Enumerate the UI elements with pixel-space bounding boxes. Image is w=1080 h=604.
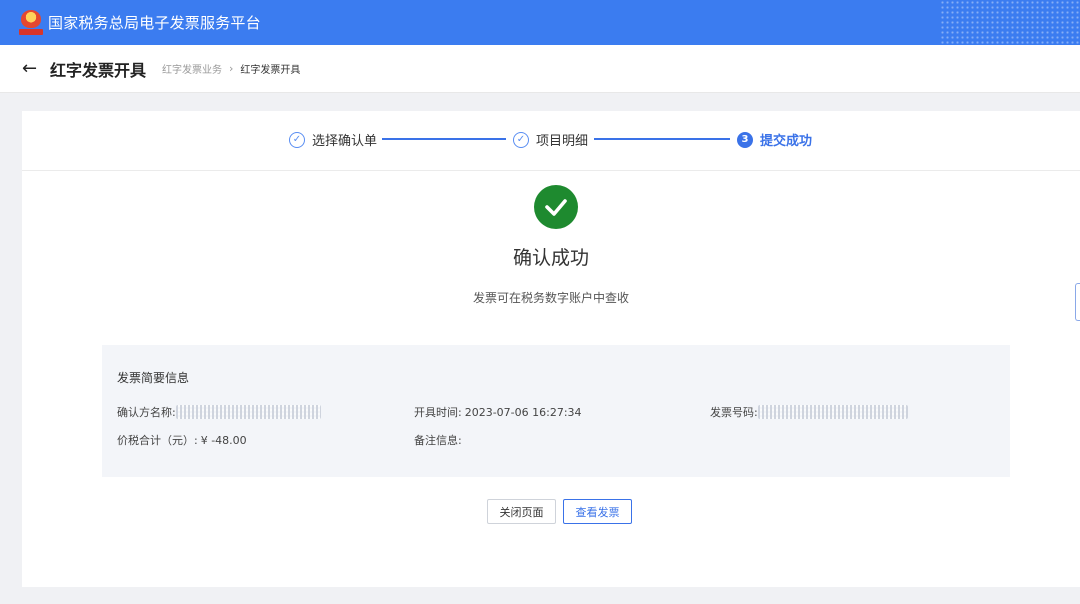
breadcrumb-separator-icon: › <box>229 62 234 75</box>
remark-label: 备注信息: <box>414 434 462 447</box>
step-submit-success: 3 提交成功 <box>737 130 812 149</box>
total-amount-field: 价税合计（元）: ¥ -48.00 <box>117 432 247 448</box>
redacted-confirmer-name <box>175 405 321 419</box>
total-amount-value: ¥ -48.00 <box>200 433 247 447</box>
invoice-number-field: 发票号码: <box>710 404 908 420</box>
page-title: 红字发票开具 <box>50 60 147 80</box>
breadcrumb-parent[interactable]: 红字发票业务 <box>162 61 222 76</box>
header-decoration <box>940 0 1080 45</box>
page-title-bar: ← 红字发票开具 红字发票业务 › 红字发票开具 <box>0 45 1080 93</box>
step-number-icon: 3 <box>737 131 753 148</box>
step-label: 项目明细 <box>536 134 589 149</box>
step-done-check-icon: ✓ <box>289 131 305 148</box>
redacted-invoice-number <box>757 405 908 419</box>
step-label: 选择确认单 <box>312 134 378 149</box>
step-item-details: ✓ 项目明细 <box>513 130 588 149</box>
step-connector <box>382 138 506 140</box>
issue-time-label: 开具时间: <box>414 406 462 419</box>
issue-time-field: 开具时间: 2023-07-06 16:27:34 <box>414 404 582 420</box>
confirmer-name-field: 确认方名称: <box>117 404 321 420</box>
step-done-check-icon: ✓ <box>513 131 529 148</box>
result-subtitle: 发票可在税务数字账户中查收 <box>472 291 629 305</box>
total-amount-label: 价税合计（元）: <box>117 434 198 447</box>
app-header: 国家税务总局电子发票服务平台 <box>0 0 1080 45</box>
invoice-summary-panel: 发票简要信息 确认方名称: 开具时间: 2023-07-06 16:27:34 … <box>102 345 1010 477</box>
close-page-button[interactable]: 关闭页面 <box>487 499 556 524</box>
remark-field: 备注信息: <box>414 432 462 448</box>
invoice-number-label: 发票号码: <box>710 406 758 419</box>
side-float-tab[interactable] <box>1075 283 1080 321</box>
step-connector <box>594 138 730 140</box>
tax-emblem-logo <box>19 9 43 36</box>
main-card: ✓ 选择确认单 ✓ 项目明细 3 提交成功 确认成功 发票可在税务数字账户中查收… <box>22 111 1080 587</box>
breadcrumb: 红字发票业务 › 红字发票开具 <box>162 61 300 76</box>
check-circle-icon <box>534 185 578 229</box>
step-select-confirmation: ✓ 选择确认单 <box>289 130 377 149</box>
app-title: 国家税务总局电子发票服务平台 <box>48 14 261 32</box>
issue-time-value: 2023-07-06 16:27:34 <box>464 405 582 419</box>
invoice-summary-heading: 发票简要信息 <box>117 371 190 385</box>
breadcrumb-current: 红字发票开具 <box>240 65 301 76</box>
view-invoice-button[interactable]: 查看发票 <box>563 499 632 524</box>
result-title: 确认成功 <box>512 247 589 269</box>
confirmer-name-label: 确认方名称: <box>117 406 176 419</box>
stepper: ✓ 选择确认单 ✓ 项目明细 3 提交成功 <box>22 111 1080 171</box>
back-arrow-icon[interactable]: ← <box>22 58 42 79</box>
step-label: 提交成功 <box>760 134 813 149</box>
